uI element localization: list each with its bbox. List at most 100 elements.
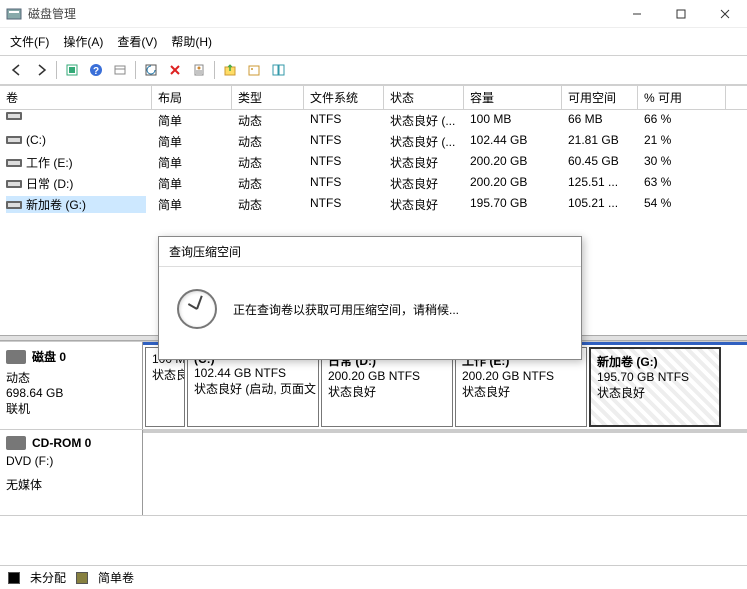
legend-unallocated: 未分配	[30, 569, 66, 586]
cdrom-row: CD-ROM 0 DVD (F:) 无媒体	[0, 430, 747, 516]
volume-name: (C:)	[26, 133, 46, 147]
menu-action[interactable]: 操作(A)	[57, 30, 109, 53]
volume-pct: 30 %	[638, 153, 726, 172]
svg-text:?: ?	[93, 66, 99, 77]
toolbar-btn-7[interactable]	[243, 59, 265, 81]
maximize-button[interactable]	[659, 0, 703, 27]
volume-name: 工作 (E:)	[26, 154, 73, 171]
volume-fs: NTFS	[304, 174, 384, 193]
volume-fs: NTFS	[304, 111, 384, 130]
column-layout[interactable]: 布局	[152, 86, 232, 109]
minimize-button[interactable]	[615, 0, 659, 27]
properties-icon[interactable]	[188, 59, 210, 81]
forward-button[interactable]	[30, 59, 52, 81]
volume-status: 状态良好 (...	[384, 111, 464, 130]
volume-type: 动态	[232, 111, 304, 130]
volume-pct: 63 %	[638, 174, 726, 193]
volume-free: 66 MB	[562, 111, 638, 130]
back-button[interactable]	[6, 59, 28, 81]
toolbar-btn-1[interactable]	[61, 59, 83, 81]
volume-row[interactable]: (C:)简单动态NTFS状态良好 (...102.44 GB21.81 GB21…	[0, 131, 747, 152]
column-status[interactable]: 状态	[384, 86, 464, 109]
delete-icon[interactable]	[164, 59, 186, 81]
volume-type: 动态	[232, 132, 304, 151]
partition-size: 195.70 GB NTFS	[597, 370, 713, 384]
volume-layout: 简单	[152, 132, 232, 151]
volume-pct: 54 %	[638, 195, 726, 214]
volume-pct: 66 %	[638, 111, 726, 130]
menu-help[interactable]: 帮助(H)	[165, 30, 218, 53]
partition-status: 状态良好	[597, 384, 713, 401]
legend: 未分配 简单卷	[0, 565, 747, 589]
titlebar: 磁盘管理	[0, 0, 747, 28]
refresh-icon[interactable]	[140, 59, 162, 81]
disk-0-name: 磁盘 0	[32, 348, 66, 365]
volume-capacity: 200.20 GB	[464, 174, 562, 193]
dialog-title: 查询压缩空间	[159, 237, 581, 267]
help-icon[interactable]: ?	[85, 59, 107, 81]
partition-status: 状态良	[152, 366, 178, 383]
column-volume[interactable]: 卷	[0, 86, 152, 109]
volume-row[interactable]: 新加卷 (G:)简单动态NTFS状态良好195.70 GB105.21 ...5…	[0, 194, 747, 215]
volume-free: 60.45 GB	[562, 153, 638, 172]
menu-view[interactable]: 查看(V)	[111, 30, 163, 53]
column-fs[interactable]: 文件系统	[304, 86, 384, 109]
toolbar-btn-6[interactable]	[219, 59, 241, 81]
volume-icon	[6, 112, 22, 120]
app-icon	[6, 6, 22, 22]
volume-icon	[6, 159, 22, 167]
column-type[interactable]: 类型	[232, 86, 304, 109]
volume-free: 105.21 ...	[562, 195, 638, 214]
cdrom-icon	[6, 436, 26, 450]
window-controls	[615, 0, 747, 27]
volume-name: 日常 (D:)	[26, 175, 73, 192]
volume-name: 新加卷 (G:)	[26, 196, 86, 213]
volume-fs: NTFS	[304, 195, 384, 214]
cdrom-type: DVD (F:)	[6, 454, 136, 468]
partition[interactable]: 新加卷 (G:)195.70 GB NTFS状态良好	[589, 347, 721, 427]
dialog-message: 正在查询卷以获取可用压缩空间，请稍候...	[233, 301, 459, 318]
legend-simple: 简单卷	[98, 569, 134, 586]
partition-status: 状态良好	[462, 383, 580, 400]
volume-capacity: 195.70 GB	[464, 195, 562, 214]
volume-type: 动态	[232, 153, 304, 172]
toolbar-separator	[135, 61, 136, 79]
volume-status: 状态良好 (...	[384, 132, 464, 151]
cdrom-header[interactable]: CD-ROM 0 DVD (F:) 无媒体	[0, 430, 143, 515]
disk-0-status: 联机	[6, 400, 136, 417]
close-button[interactable]	[703, 0, 747, 27]
volume-layout: 简单	[152, 111, 232, 130]
volume-type: 动态	[232, 174, 304, 193]
column-pct[interactable]: % 可用	[638, 86, 726, 109]
column-free[interactable]: 可用空间	[562, 86, 638, 109]
volume-free: 125.51 ...	[562, 174, 638, 193]
volume-icon	[6, 136, 22, 144]
toolbar-btn-8[interactable]	[267, 59, 289, 81]
volume-row[interactable]: 日常 (D:) 简单动态NTFS状态良好200.20 GB125.51 ...63…	[0, 173, 747, 194]
menubar: 文件(F) 操作(A) 查看(V) 帮助(H)	[0, 28, 747, 56]
volume-icon	[6, 180, 22, 188]
volume-free: 21.81 GB	[562, 132, 638, 151]
volume-row[interactable]: 简单动态NTFS状态良好 (...100 MB66 MB66 %	[0, 110, 747, 131]
volume-capacity: 102.44 GB	[464, 132, 562, 151]
volume-layout: 简单	[152, 174, 232, 193]
column-capacity[interactable]: 容量	[464, 86, 562, 109]
disk-graphical-view: 磁盘 0 动态 698.64 GB 联机 100 M状态良(C:)102.44 …	[0, 341, 747, 516]
volume-type: 动态	[232, 195, 304, 214]
volume-status: 状态良好	[384, 174, 464, 193]
toolbar-btn-3[interactable]	[109, 59, 131, 81]
volume-row[interactable]: 工作 (E:)简单动态NTFS状态良好200.20 GB60.45 GB30 %	[0, 152, 747, 173]
menu-file[interactable]: 文件(F)	[4, 30, 55, 53]
disk-0-header[interactable]: 磁盘 0 动态 698.64 GB 联机	[0, 342, 143, 429]
disk-0-type: 动态	[6, 369, 136, 386]
cdrom-status: 无媒体	[6, 476, 136, 493]
cdrom-map	[143, 430, 747, 515]
volume-list: 卷 布局 类型 文件系统 状态 容量 可用空间 % 可用 简单动态NTFS状态良…	[0, 85, 747, 215]
clock-icon	[177, 289, 217, 329]
toolbar-separator	[56, 61, 57, 79]
volume-fs: NTFS	[304, 153, 384, 172]
partition-title: 新加卷 (G:)	[597, 353, 713, 370]
partition-status: 状态良好	[328, 383, 446, 400]
legend-swatch-simple	[76, 572, 88, 584]
disk-0-size: 698.64 GB	[6, 386, 136, 400]
